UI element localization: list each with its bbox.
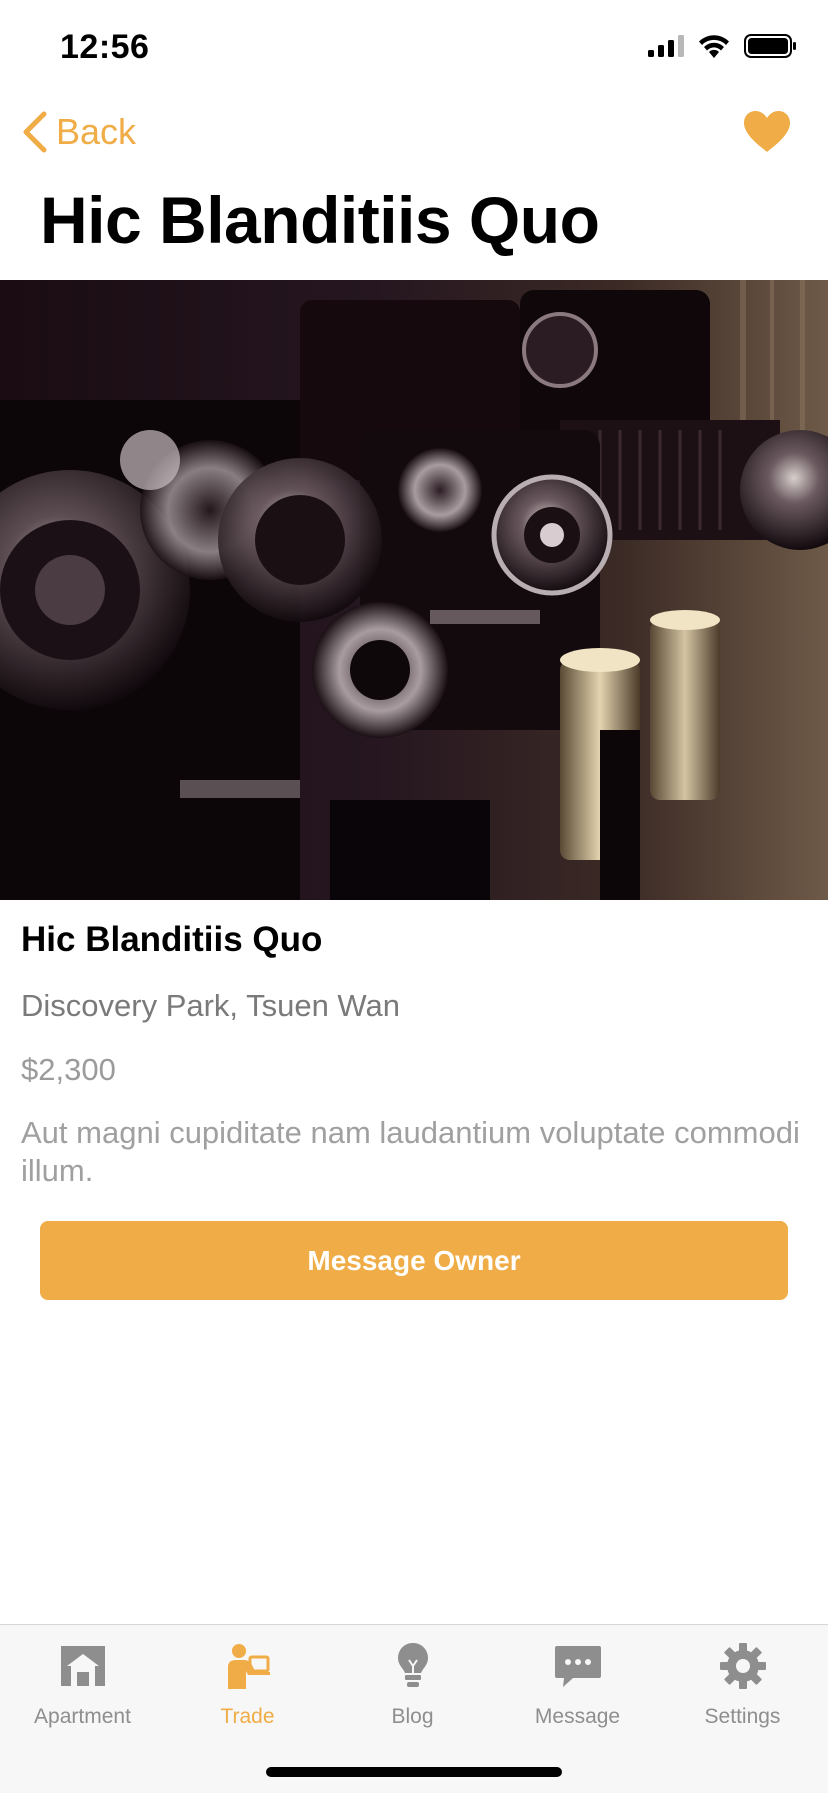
status-icons (648, 34, 798, 58)
heart-icon (744, 111, 790, 152)
tab-label: Message (534, 1705, 621, 1728)
item-title: Hic Blanditiis Quo (21, 920, 323, 959)
status-time: 12:56 (60, 28, 150, 66)
wifi-icon (699, 35, 729, 58)
back-button[interactable]: Back (22, 110, 136, 154)
home-indicator (266, 1767, 562, 1777)
tab-message[interactable]: Message (495, 1639, 660, 1729)
tab-label: Trade (220, 1705, 275, 1728)
tab-label: Blog (391, 1705, 434, 1728)
tab-label: Settings (704, 1705, 781, 1728)
tab-trade[interactable]: Trade (165, 1639, 330, 1729)
tab-bar: Apartment Trade Blog Message Settings (0, 1624, 828, 1793)
gear-icon (719, 1643, 766, 1689)
house-icon (60, 1646, 105, 1686)
item-details: Hic Blanditiis Quo Discovery Park, Tsuen… (21, 920, 811, 1190)
lightbulb-icon (397, 1643, 428, 1687)
navigation-bar: Back (0, 100, 828, 180)
favorite-button[interactable] (742, 110, 792, 159)
chevron-left-icon (23, 111, 47, 153)
tab-blog[interactable]: Blog (330, 1639, 495, 1729)
tab-apartment[interactable]: Apartment (0, 1639, 165, 1729)
person-laptop-icon (227, 1644, 270, 1689)
cellular-signal-icon (648, 35, 684, 57)
vintage-cameras-image (0, 280, 828, 900)
battery-icon (744, 34, 796, 58)
item-description: Aut magni cupiditate nam laudantium volu… (21, 1115, 800, 1188)
item-photo (0, 280, 828, 900)
page-title: Hic Blanditiis Quo (40, 183, 600, 257)
tab-settings[interactable]: Settings (660, 1639, 825, 1729)
chat-bubble-icon (554, 1646, 601, 1687)
message-owner-button[interactable]: Message Owner (40, 1221, 788, 1300)
status-bar: 12:56 (0, 0, 828, 100)
tab-label: Apartment (34, 1705, 131, 1728)
item-price: $2,300 (21, 1052, 116, 1087)
item-location: Discovery Park, Tsuen Wan (21, 988, 401, 1023)
back-label: Back (56, 111, 137, 152)
